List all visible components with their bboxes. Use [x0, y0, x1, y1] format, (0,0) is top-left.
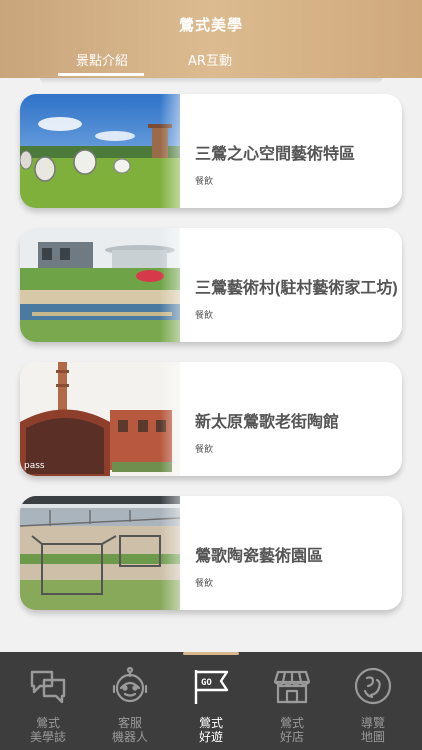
pass-watermark: pass [24, 461, 45, 471]
tab-ar-interaction[interactable]: AR互動 [155, 50, 265, 69]
app-header: 鶯式美學 景點介紹 AR互動 [0, 0, 422, 78]
go-flag-icon: GO [191, 666, 231, 706]
nav-label-line1: 導覽 [360, 716, 385, 730]
attraction-card-sanying-heart[interactable]: 三鶯之心空間藝術特區 餐飲 [20, 94, 402, 208]
card-category: 餐飲 [195, 445, 214, 455]
card-title: 三鶯之心空間藝術特區 [195, 146, 356, 163]
shop-icon [272, 666, 312, 706]
nav-label-line2: 好遊 [198, 730, 223, 744]
chat-bubbles-icon [28, 666, 68, 706]
nav-label-line1: 客服 [117, 716, 142, 730]
bottom-tab-bar: 鶯式 美學誌 客服 機器人 GO 鶯式 好遊 鶯式 好店 導覽 地圖 [0, 652, 422, 750]
tab-attractions[interactable]: 景點介紹 [47, 50, 157, 69]
nav-label-line1: 鶯式 [35, 716, 60, 730]
nav-label-line2: 機器人 [111, 730, 148, 744]
card-category: 餐飲 [195, 311, 214, 321]
nav-travel[interactable]: GO 鶯式 好遊 [169, 652, 253, 750]
attraction-photo [20, 228, 180, 342]
card-title: 新太原鶯歌老街陶館 [195, 414, 340, 431]
nav-guide-map[interactable]: 導覽 地圖 [331, 652, 415, 750]
nav-label-line1: 鶯式 [198, 716, 223, 730]
attraction-photo: pass [20, 362, 180, 476]
card-title: 鶯歌陶瓷藝術園區 [195, 548, 324, 565]
attraction-photo [20, 496, 180, 610]
card-title: 三鶯藝術村(駐村藝術家工坊) [195, 280, 398, 297]
nav-label-line2: 地圖 [360, 730, 385, 744]
nav-label-line2: 美學誌 [29, 730, 66, 744]
attraction-card-sanying-art-village[interactable]: 三鶯藝術村(駐村藝術家工坊) 餐飲 [20, 228, 402, 342]
card-category: 餐飲 [195, 177, 214, 187]
nav-customer-service-robot[interactable]: 客服 機器人 [88, 652, 172, 750]
attraction-card-xin-taiyuan-pottery[interactable]: pass 新太原鶯歌老街陶館 餐飲 [20, 362, 402, 476]
nav-shops[interactable]: 鶯式 好店 [250, 652, 334, 750]
go-flag-text: GO [201, 678, 212, 688]
map-compass-icon [353, 666, 393, 706]
scroll-shadow [40, 78, 382, 84]
card-category: 餐飲 [195, 579, 214, 589]
active-tab-underline [58, 73, 144, 76]
nav-label-line1: 鶯式 [279, 716, 304, 730]
page-title: 鶯式美學 [178, 16, 243, 34]
robot-icon [110, 666, 150, 706]
attraction-photo [20, 94, 180, 208]
attraction-card-yingge-ceramics-park[interactable]: 鶯歌陶瓷藝術園區 餐飲 [20, 496, 402, 610]
nav-label-line2: 好店 [279, 730, 304, 744]
nav-magazine[interactable]: 鶯式 美學誌 [6, 652, 90, 750]
